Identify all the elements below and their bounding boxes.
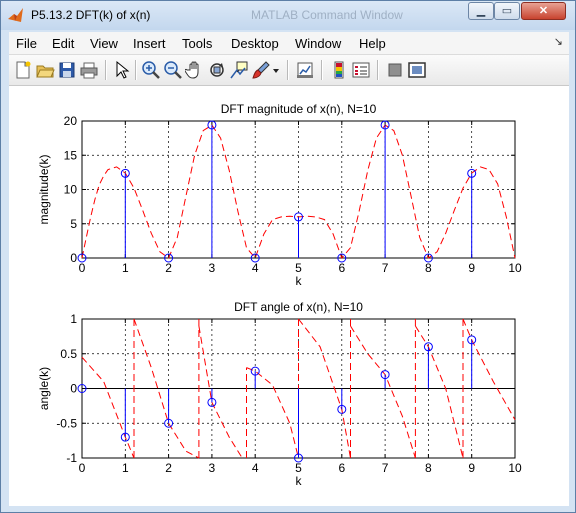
- menu-edit[interactable]: Edit: [52, 36, 74, 51]
- y-tick-label: 5: [70, 217, 77, 231]
- y-tick-label: 0: [70, 382, 77, 396]
- x-tick-label: 6: [338, 461, 345, 475]
- axes-title: DFT magnitude of x(n), N=10: [221, 102, 377, 116]
- legend-icon[interactable]: [351, 60, 371, 80]
- minimize-icon: ▁: [476, 5, 486, 17]
- matlab-logo-icon: [8, 8, 23, 22]
- y-tick-label: 10: [64, 183, 78, 197]
- open-file-icon[interactable]: [35, 60, 55, 80]
- x-tick-label: 4: [252, 261, 259, 275]
- maximize-button[interactable]: ▭: [494, 2, 520, 20]
- x-tick-label: 7: [382, 461, 389, 475]
- x-tick-label: 3: [209, 261, 216, 275]
- x-tick-label: 5: [295, 461, 302, 475]
- brush-icon[interactable]: [251, 60, 271, 80]
- new-figure-icon[interactable]: [13, 60, 33, 80]
- menu-window[interactable]: Window: [295, 36, 341, 51]
- x-tick-label: 9: [468, 261, 475, 275]
- x-axis-label: k: [296, 274, 303, 288]
- pointer-icon[interactable]: [111, 60, 131, 80]
- rotate-3d-icon[interactable]: [207, 60, 227, 80]
- menu-tools[interactable]: Tools: [182, 36, 212, 51]
- link-plot-icon[interactable]: [295, 60, 315, 80]
- zoom-in-icon[interactable]: [141, 60, 161, 80]
- toolbar-separator: [377, 60, 379, 80]
- figure-svg: 0 1 2 3 4 5 6 7 8 9 1005101520DFT magnitude of x(n…: [37, 102, 522, 488]
- toolbar-separator: [321, 60, 323, 80]
- y-tick-label: -0.5: [56, 416, 77, 430]
- y-tick-label: 0: [70, 251, 77, 265]
- x-tick-label: 7: [382, 261, 389, 275]
- x-tick-label: 2: [165, 261, 172, 275]
- toolbar-separator: [105, 60, 107, 80]
- x-tick-label: 8: [425, 461, 432, 475]
- brush-dropdown-icon[interactable]: [271, 60, 281, 80]
- print-icon[interactable]: [79, 60, 99, 80]
- y-axis-label: angle(k): [37, 367, 51, 410]
- toolbar-separator: [287, 60, 289, 80]
- dock-arrow-icon[interactable]: ↘: [554, 35, 563, 48]
- window-title: P5.13.2 DFT(k) of x(n): [31, 8, 151, 22]
- x-tick-label: 1: [122, 261, 129, 275]
- pan-hand-icon[interactable]: [185, 60, 205, 80]
- figure-canvas[interactable]: 0 1 2 3 4 5 6 7 8 9 10 0 5 10 15 20 DFT magnitude of x(n…: [9, 86, 569, 506]
- x-tick-label: 1: [122, 461, 129, 475]
- y-tick-label: 0.5: [60, 347, 77, 361]
- y-tick-label: 15: [64, 148, 78, 162]
- x-tick-label: 0: [79, 461, 86, 475]
- toolbar-separator: [135, 60, 137, 80]
- magnitude-axes[interactable]: 0 1 2 3 4 5 6 7 8 9 10 0 5 10 15 20 DFT magnitude of x(n…: [37, 102, 522, 288]
- save-icon[interactable]: [57, 60, 77, 80]
- close-icon: ✕: [538, 5, 549, 17]
- x-tick-label: 10: [508, 461, 522, 475]
- x-tick-label: 0: [79, 261, 86, 275]
- data-cursor-icon[interactable]: [229, 60, 249, 80]
- menu-insert[interactable]: Insert: [133, 36, 166, 51]
- title-bar[interactable]: P5.13.2 DFT(k) of x(n) MATLAB Command Wi…: [1, 1, 575, 30]
- colorbar-icon[interactable]: [329, 60, 349, 80]
- show-plot-tools-icon[interactable]: [407, 60, 427, 80]
- background-window-title: MATLAB Command Window: [251, 8, 403, 22]
- y-tick-label: -1: [66, 451, 77, 465]
- menu-desktop[interactable]: Desktop: [231, 36, 279, 51]
- x-axis-label: k: [296, 474, 303, 488]
- menu-file[interactable]: File: [16, 36, 37, 51]
- x-tick-label: 6: [338, 261, 345, 275]
- x-tick-label: 3: [209, 461, 216, 475]
- x-tick-label: 9: [468, 461, 475, 475]
- figure-window: P5.13.2 DFT(k) of x(n) MATLAB Command Wi…: [0, 0, 576, 513]
- menu-help[interactable]: Help: [359, 36, 386, 51]
- menu-view[interactable]: View: [90, 36, 118, 51]
- x-tick-label: 2: [165, 461, 172, 475]
- hide-plot-tools-icon[interactable]: [385, 60, 405, 80]
- close-button[interactable]: ✕: [521, 2, 566, 20]
- zoom-out-icon[interactable]: [163, 60, 183, 80]
- y-tick-label: 1: [70, 312, 77, 326]
- axes-title: DFT angle of x(n), N=10: [234, 300, 363, 314]
- minimize-button[interactable]: ▁: [468, 2, 494, 20]
- x-tick-label: 10: [508, 261, 522, 275]
- y-tick-label: 20: [64, 114, 78, 128]
- x-tick-label: 5: [295, 261, 302, 275]
- x-tick-label: 4: [252, 461, 259, 475]
- x-tick-label: 8: [425, 261, 432, 275]
- menu-bar: File Edit View Insert Tools Desktop Wind…: [9, 32, 569, 55]
- maximize-icon: ▭: [501, 5, 513, 17]
- toolbar: [9, 55, 569, 86]
- y-axis-label: magnitude(k): [37, 154, 51, 224]
- angle-axes[interactable]: 0 1 2 3 4 5 6 7 8 9 10 -1 -0.5 0 0.5 1 DFT angle of x(n)…: [37, 300, 522, 488]
